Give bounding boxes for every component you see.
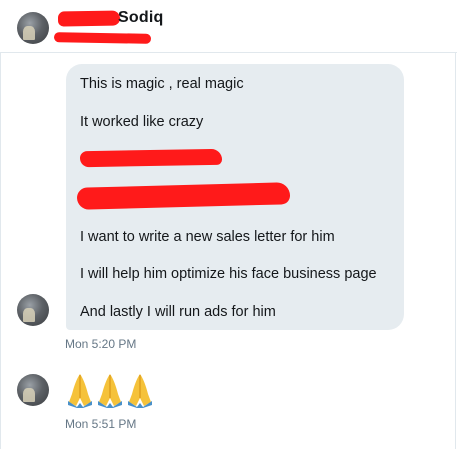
folded-hands-icon <box>68 374 92 408</box>
message-timestamp: Mon 5:51 PM <box>65 417 137 431</box>
message-line: This is magic , real magic <box>80 76 244 92</box>
message-line: It worked like crazy <box>80 114 204 130</box>
emoji-message[interactable] <box>66 372 154 408</box>
conversation-header: Sodiq <box>0 0 457 53</box>
redaction-mark <box>57 10 121 27</box>
folded-hands-icon <box>98 374 122 408</box>
redaction-mark <box>53 32 152 44</box>
header-avatar[interactable] <box>17 12 49 44</box>
sender-avatar[interactable] <box>17 374 49 406</box>
redaction-mark <box>79 148 223 168</box>
message-line: I want to write a new sales letter for h… <box>80 229 335 245</box>
message-line: And lastly I will run ads for him <box>80 304 276 320</box>
folded-hands-icon <box>128 374 152 408</box>
message-line: I will help him optimize his face busine… <box>80 266 377 282</box>
message-timestamp: Mon 5:20 PM <box>65 337 137 351</box>
redaction-mark <box>76 182 291 210</box>
contact-name: Sodiq <box>118 9 164 26</box>
message-bubble[interactable]: This is magic , real magic It worked lik… <box>66 64 404 330</box>
sender-avatar[interactable] <box>17 294 49 326</box>
